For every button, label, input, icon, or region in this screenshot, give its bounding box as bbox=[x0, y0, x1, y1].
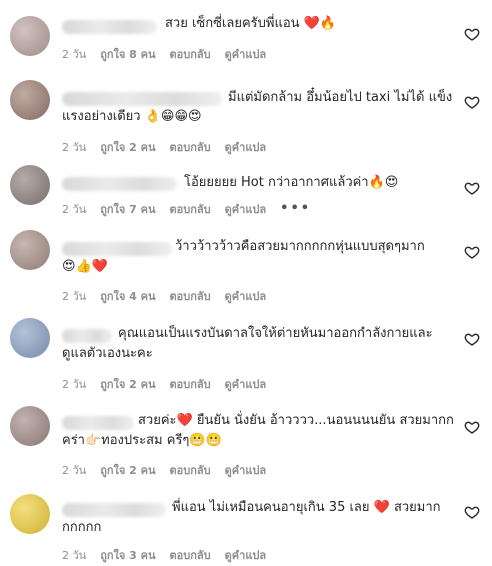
reply-button[interactable]: ตอบกลับ bbox=[170, 45, 211, 63]
see-translation-button[interactable]: ดูคำแปล bbox=[225, 200, 267, 218]
see-translation-button[interactable]: ดูคำแปล bbox=[225, 375, 267, 393]
avatar[interactable] bbox=[10, 406, 50, 446]
like-count[interactable]: ถูกใจ 4 คน bbox=[100, 287, 155, 305]
comment-text: สวยค่ะ❤️ ยืนยัน นั่งยัน อ้าวววว...นอนนนน… bbox=[138, 413, 454, 428]
blurred-username bbox=[62, 329, 112, 343]
see-translation-button[interactable]: ดูคำแปล bbox=[225, 461, 267, 479]
blurred-username bbox=[62, 177, 177, 191]
reply-button[interactable]: ตอบกลับ bbox=[170, 287, 211, 305]
comment-text-line2: คร่า👉🏻ทองประสม ครีๆ😬😬 bbox=[62, 433, 222, 448]
like-count[interactable]: ถูกใจ 2 คน bbox=[100, 375, 155, 393]
heart-icon[interactable] bbox=[464, 94, 480, 110]
reply-button[interactable]: ตอบกลับ bbox=[170, 200, 211, 218]
blurred-username bbox=[62, 503, 166, 517]
avatar[interactable] bbox=[10, 165, 50, 205]
comment-text: พี่แอน ไม่เหมือนคนอายุเกิน 35 เลย ❤️ สวย… bbox=[172, 500, 441, 515]
heart-icon[interactable] bbox=[464, 331, 480, 347]
avatar[interactable] bbox=[10, 230, 50, 270]
heart-icon[interactable] bbox=[464, 26, 480, 42]
comment-text: คุณแอนเป็นแรงบันดาลใจให้ต่ายหันมาออกกำลั… bbox=[118, 326, 433, 341]
avatar[interactable] bbox=[10, 318, 50, 358]
comment-meta: 2 วัน ถูกใจ 2 คน ตอบกลับ ดูคำแปล bbox=[62, 461, 266, 479]
comment-meta: 2 วัน ถูกใจ 2 คน ตอบกลับ ดูคำแปล bbox=[62, 138, 266, 156]
blurred-username bbox=[62, 20, 157, 34]
like-count[interactable]: ถูกใจ 3 คน bbox=[100, 546, 155, 564]
like-count[interactable]: ถูกใจ 2 คน bbox=[100, 138, 155, 156]
reply-button[interactable]: ตอบกลับ bbox=[170, 138, 211, 156]
like-count[interactable]: ถูกใจ 8 คน bbox=[100, 45, 155, 63]
see-translation-button[interactable]: ดูคำแปล bbox=[225, 287, 267, 305]
comment-time: 2 วัน bbox=[62, 549, 87, 562]
reply-button[interactable]: ตอบกลับ bbox=[170, 375, 211, 393]
comment-time: 2 วัน bbox=[62, 48, 87, 61]
comment-time: 2 วัน bbox=[62, 378, 87, 391]
like-count[interactable]: ถูกใจ 7 คน bbox=[100, 200, 155, 218]
see-translation-button[interactable]: ดูคำแปล bbox=[225, 138, 267, 156]
reply-button[interactable]: ตอบกลับ bbox=[170, 461, 211, 479]
see-translation-button[interactable]: ดูคำแปล bbox=[225, 45, 267, 63]
blurred-username bbox=[62, 92, 222, 106]
avatar[interactable] bbox=[10, 494, 50, 534]
heart-icon[interactable] bbox=[464, 180, 480, 196]
comment-text: มีแต่มัดกล้าม อึ๋มน้อยไป taxi ไม่ได้ แข็… bbox=[228, 90, 453, 105]
blurred-username bbox=[62, 242, 172, 256]
comment-time: 2 วัน bbox=[62, 203, 87, 216]
more-options-icon[interactable]: ••• bbox=[280, 202, 311, 215]
heart-icon[interactable] bbox=[464, 504, 480, 520]
comment-time: 2 วัน bbox=[62, 464, 87, 477]
comment-meta: 2 วัน ถูกใจ 7 คน ตอบกลับ ดูคำแปล ••• bbox=[62, 200, 311, 218]
avatar[interactable] bbox=[10, 16, 50, 56]
blurred-username bbox=[62, 416, 134, 430]
comment-meta: 2 วัน ถูกใจ 2 คน ตอบกลับ ดูคำแปล bbox=[62, 375, 266, 393]
comment-text-line2: แรงอย่างเดียว 👌😁😁😍 bbox=[62, 109, 202, 124]
comment-text-line2: กกกกก bbox=[62, 520, 102, 535]
comment-meta: 2 วัน ถูกใจ 8 คน ตอบกลับ ดูคำแปล bbox=[62, 45, 266, 63]
comment-time: 2 วัน bbox=[62, 290, 87, 303]
comment-text-line2: ดูแลตัวเองนะคะ bbox=[62, 346, 153, 361]
like-count[interactable]: ถูกใจ 2 คน bbox=[100, 461, 155, 479]
comment-text: โอ้ยยยยย Hot กว่าอากาศแล้วค่า🔥😍 bbox=[184, 175, 399, 190]
comment-text: ว้าวว้าวว้าวคือสวยมากกกกกหุ่นแบบสุดๆมาก bbox=[175, 239, 425, 254]
comment-meta: 2 วัน ถูกใจ 3 คน ตอบกลับ ดูคำแปล bbox=[62, 546, 266, 564]
comment-time: 2 วัน bbox=[62, 141, 87, 154]
heart-icon[interactable] bbox=[464, 244, 480, 260]
heart-icon[interactable] bbox=[464, 419, 480, 435]
avatar[interactable] bbox=[10, 80, 50, 120]
see-translation-button[interactable]: ดูคำแปล bbox=[225, 546, 267, 564]
comment-meta: 2 วัน ถูกใจ 4 คน ตอบกลับ ดูคำแปล bbox=[62, 287, 266, 305]
reply-button[interactable]: ตอบกลับ bbox=[170, 546, 211, 564]
comment-text: สวย เซ็กซี่เลยครับพี่แอน ❤️🔥 bbox=[165, 16, 337, 31]
comment-text-line2: 😍👍❤️ bbox=[62, 259, 108, 274]
